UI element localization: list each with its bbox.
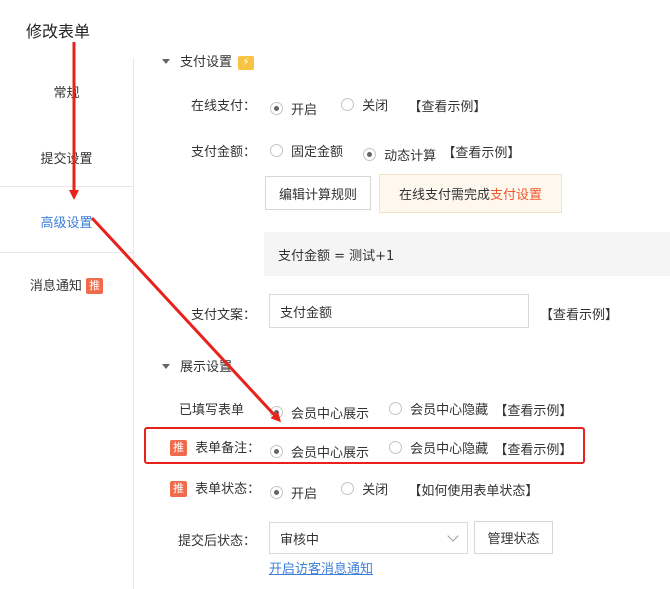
radio-label: 开启 [291, 487, 318, 502]
status-off-radio[interactable]: 关闭 [341, 479, 388, 498]
radio-label: 开启 [291, 103, 318, 118]
online-payment-off-radio[interactable]: 关闭 [341, 95, 388, 114]
payment-notice: 在线支付需完成 支付设置 [379, 174, 562, 213]
sidebar-item-submit-settings[interactable]: 提交设置 [0, 148, 133, 167]
chevron-down-icon [447, 530, 459, 542]
member-show-radio[interactable]: 会员中心展示 [270, 403, 369, 422]
radio-checked-icon [270, 486, 283, 499]
sidebar-item-label: 消息通知 [29, 279, 82, 294]
view-example-link[interactable]: 【查看示例】 [408, 100, 486, 115]
view-example-link[interactable]: 【查看示例】 [442, 146, 520, 161]
form-status-help-link[interactable]: 【如何使用表单状态】 [408, 484, 538, 499]
sidebar-divider [0, 186, 133, 187]
radio-checked-icon [270, 102, 283, 115]
radio-checked-icon [363, 148, 377, 161]
recommend-badge: 推 [170, 481, 187, 497]
radio-checked-icon [270, 406, 283, 419]
section-title: 支付设置 [180, 55, 233, 70]
select-value: 审核中 [280, 532, 320, 548]
notice-text: 在线支付需完成 [398, 188, 490, 203]
caret-down-icon [162, 364, 170, 369]
after-submit-status-select[interactable]: 审核中 [269, 522, 468, 554]
after-submit-status-label: 提交后状态： [177, 534, 256, 549]
view-example-link[interactable]: 【查看示例】 [494, 404, 572, 419]
edit-calculation-rule-button[interactable]: 编辑计算规则 [265, 176, 371, 210]
sidebar-item-general[interactable]: 常规 [0, 82, 133, 101]
filled-form-label: 已填写表单 [178, 403, 244, 418]
online-payment-on-radio[interactable]: 开启 [270, 99, 317, 118]
dynamic-amount-radio[interactable]: 动态计算 [363, 145, 436, 164]
upgrade-badge-icon: ⚡ [238, 56, 255, 70]
payment-settings-link[interactable]: 支付设置 [490, 184, 542, 203]
radio-unchecked-icon [389, 402, 403, 415]
radio-label: 动态计算 [384, 149, 437, 164]
form-status-radio-group: 开启 关闭 【如何使用表单状态】 [270, 479, 538, 502]
sidebar-divider [0, 252, 133, 253]
display-section-header[interactable]: 展示设置 [162, 356, 232, 375]
payment-amount-radio-group: 固定金额 动态计算 【查看示例】 [270, 141, 520, 164]
sidebar-item-label: 提交设置 [40, 152, 93, 167]
form-status-label: 表单状态： [195, 482, 261, 497]
radio-label: 关闭 [362, 483, 389, 498]
online-payment-radio-group: 开启 关闭 【查看示例】 [270, 95, 486, 118]
view-example-link[interactable]: 【查看示例】 [540, 304, 618, 323]
radio-label: 会员中心展示 [291, 407, 370, 422]
radio-unchecked-icon [341, 482, 355, 495]
payment-amount-label: 支付金额： [190, 145, 256, 160]
member-hide-radio[interactable]: 会员中心隐藏 [389, 399, 488, 418]
payment-copy-input[interactable]: 支付金额 [269, 294, 529, 328]
online-payment-label: 在线支付： [190, 99, 256, 114]
page-title: 修改表单 [26, 22, 91, 41]
radio-label: 关闭 [362, 99, 389, 114]
status-on-radio[interactable]: 开启 [270, 483, 317, 502]
payment-formula: 支付金额 = 测试+1 [264, 232, 670, 276]
payment-section-header[interactable]: 支付设置 ⚡ [162, 51, 255, 70]
annotation-highlight-box [144, 427, 585, 464]
section-title: 展示设置 [180, 360, 233, 375]
fixed-amount-radio[interactable]: 固定金额 [270, 141, 343, 160]
recommend-badge: 推 [86, 278, 104, 294]
radio-label: 固定金额 [291, 145, 344, 160]
sidebar-item-notifications[interactable]: 消息通知 推 [0, 275, 133, 294]
radio-label: 会员中心隐藏 [410, 403, 489, 418]
sidebar: 常规 提交设置 高级设置 消息通知 推 [0, 58, 134, 589]
caret-down-icon [162, 59, 170, 64]
sidebar-item-advanced-settings[interactable]: 高级设置 [0, 212, 133, 231]
radio-unchecked-icon [270, 144, 283, 157]
sidebar-item-label: 高级设置 [40, 216, 93, 231]
form-status-label-group: 推 表单状态： [170, 478, 260, 497]
enable-visitor-notification-link[interactable]: 开启访客消息通知 [269, 558, 373, 577]
radio-unchecked-icon [341, 98, 355, 111]
manage-status-button[interactable]: 管理状态 [474, 521, 553, 554]
payment-copy-label: 支付文案： [190, 308, 256, 323]
sidebar-item-label: 常规 [53, 86, 80, 101]
filled-form-radio-group: 会员中心展示 会员中心隐藏 【查看示例】 [270, 399, 572, 422]
